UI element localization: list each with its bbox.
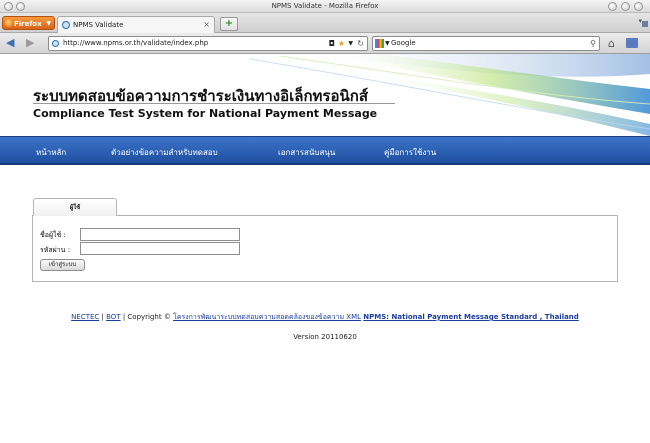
close-tab-icon[interactable]: ×	[203, 17, 210, 33]
npms-link[interactable]: NPMS: National Payment Message Standard …	[363, 313, 579, 321]
username-field[interactable]	[80, 228, 240, 241]
page-viewport: ระบบทดสอบข้อความการชำระเงินทางอิเล็กทรอน…	[0, 54, 650, 443]
url-bar[interactable]: http://www.npms.or.th/validate/index.php…	[48, 36, 368, 51]
tab-bar: Firefox ▼ NPMS Validate × + ▾	[0, 13, 650, 33]
minimize-window-icon[interactable]	[608, 2, 617, 11]
globe-icon	[52, 40, 59, 47]
url-text[interactable]: http://www.npms.or.th/validate/index.php	[63, 39, 208, 47]
addon-icon[interactable]	[626, 38, 638, 48]
home-icon[interactable]: ⌂	[608, 37, 615, 50]
password-label: รหัสผ่าน :	[40, 246, 71, 254]
rss-feed-icon[interactable]: ◘	[329, 37, 335, 50]
bookmark-star-icon[interactable]: ★	[338, 37, 345, 50]
title-divider	[33, 103, 395, 104]
globe-icon	[62, 21, 70, 29]
version-text: Version 20110620	[293, 333, 357, 341]
site-title-english: Compliance Test System for National Paym…	[33, 107, 378, 120]
firefox-menu-label: Firefox	[14, 20, 42, 28]
project-link[interactable]: โครงการพัฒนาระบบทดสอบความสอดคล้องของข้อค…	[173, 313, 361, 321]
bot-link[interactable]: BOT	[106, 313, 120, 321]
copyright-text: | Copyright ©	[120, 313, 174, 321]
search-bar[interactable]: ▼ Google ⚲	[372, 36, 600, 51]
nectec-link[interactable]: NECTEC	[71, 313, 99, 321]
maximize-window-icon[interactable]	[621, 2, 630, 11]
new-tab-button[interactable]: +	[220, 17, 238, 31]
menu-item-manual[interactable]: คู่มือการใช้งาน	[384, 146, 436, 159]
close-window-icon[interactable]	[634, 2, 643, 11]
search-engine-label[interactable]: Google	[391, 39, 416, 47]
footer: NECTEC | BOT | Copyright © โครงการพัฒนาร…	[0, 312, 650, 323]
menu-item-test-samples[interactable]: ตัวอย่างข้อความสำหรับทดสอบ	[111, 146, 218, 159]
google-logo-icon[interactable]	[375, 39, 384, 48]
chevron-down-icon[interactable]: ▼	[348, 37, 353, 50]
tab-title: NPMS Validate	[73, 21, 124, 29]
username-label: ชื่อผู้ใช้ :	[40, 231, 66, 239]
forward-arrow-icon[interactable]: ▶	[26, 37, 34, 49]
navigation-toolbar: ◀ ▶ http://www.npms.or.th/validate/index…	[0, 33, 650, 54]
main-menu: หน้าหลัก ตัวอย่างข้อความสำหรับทดสอบ เอกส…	[0, 136, 650, 165]
tab-menu-icon[interactable]	[642, 21, 648, 27]
chevron-down-icon: ▼	[46, 20, 51, 27]
reload-icon[interactable]: ↻	[357, 37, 364, 50]
password-field[interactable]	[80, 242, 240, 255]
window-title: NPMS Validate - Mozilla Firefox	[271, 2, 379, 10]
login-button[interactable]: เข้าสู่ระบบ	[40, 259, 85, 271]
site-header: ระบบทดสอบข้อความการชำระเงินทางอิเล็กทรอน…	[0, 54, 650, 136]
search-icon[interactable]: ⚲	[590, 37, 596, 50]
back-arrow-icon[interactable]: ◀	[6, 37, 14, 49]
tab-user[interactable]: ผู้ใช้	[33, 198, 117, 216]
chevron-down-icon[interactable]: ▼	[385, 37, 390, 50]
menu-item-home[interactable]: หน้าหลัก	[36, 146, 66, 159]
site-title-thai: ระบบทดสอบข้อความการชำระเงินทางอิเล็กทรอน…	[33, 87, 368, 105]
firefox-menu-button[interactable]: Firefox ▼	[2, 16, 55, 30]
menu-item-documents[interactable]: เอกสารสนับสนุน	[278, 146, 335, 159]
window-titlebar: NPMS Validate - Mozilla Firefox	[0, 0, 650, 13]
firefox-logo-icon	[5, 19, 13, 27]
browser-tab[interactable]: NPMS Validate ×	[57, 16, 215, 33]
